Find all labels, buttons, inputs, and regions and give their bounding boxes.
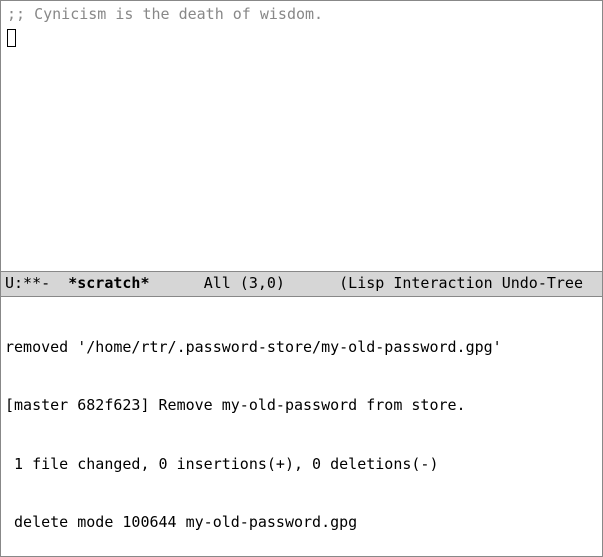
mode-line-gap1: [150, 274, 204, 292]
echo-line-4: delete mode 100644 my-old-password.gpg: [5, 513, 598, 533]
echo-area: removed '/home/rtr/.password-store/my-ol…: [1, 297, 602, 557]
mode-line-buffer-name: *scratch*: [68, 274, 149, 292]
mode-line-gap2: [285, 274, 339, 292]
echo-line-2: [master 682f623] Remove my-old-password …: [5, 396, 598, 416]
cursor-line: [7, 29, 596, 49]
scratch-comment: ;; Cynicism is the death of wisdom.: [7, 5, 596, 25]
echo-line-1: removed '/home/rtr/.password-store/my-ol…: [5, 338, 598, 358]
echo-line-3: 1 file changed, 0 insertions(+), 0 delet…: [5, 455, 598, 475]
text-cursor: [7, 29, 16, 47]
scratch-buffer[interactable]: ;; Cynicism is the death of wisdom.: [1, 1, 602, 271]
mode-line-status: U:**-: [5, 274, 68, 292]
mode-line-position: All (3,0): [204, 274, 285, 292]
mode-line-modes: (Lisp Interaction Undo-Tree: [339, 274, 583, 292]
mode-line[interactable]: U:**- *scratch* All (3,0) (Lisp Interact…: [1, 271, 602, 297]
